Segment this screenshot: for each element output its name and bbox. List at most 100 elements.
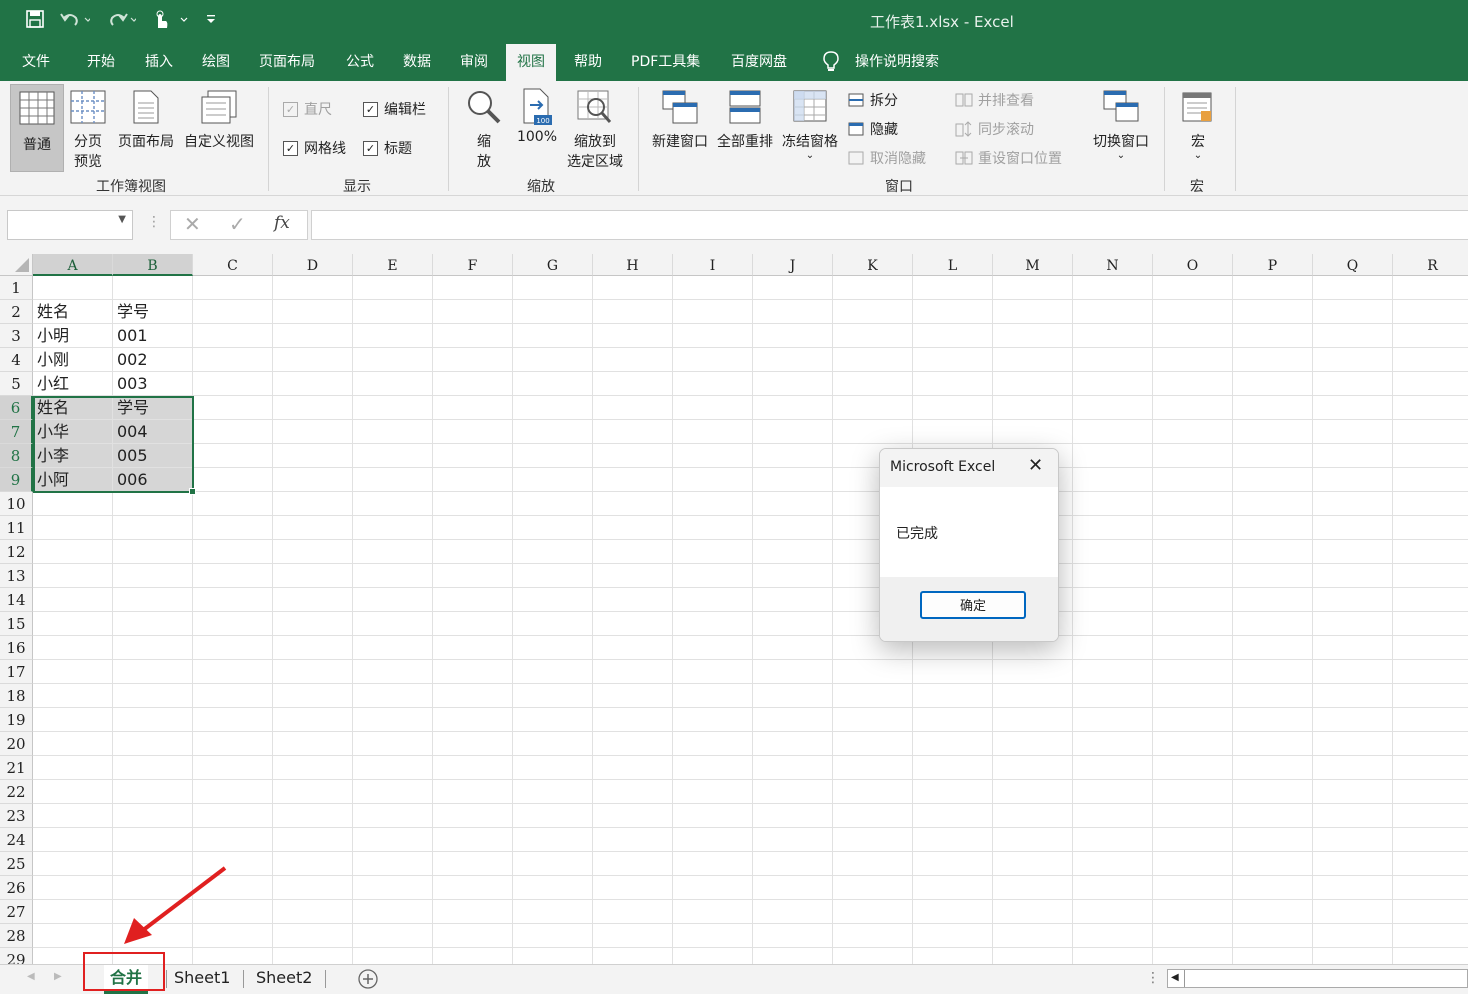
tab-baidu-pan[interactable]: 百度网盘	[731, 51, 787, 71]
column-header-a[interactable]: A	[33, 254, 113, 276]
sheet-tab-sheet2[interactable]: Sheet2	[250, 965, 318, 991]
view-side-by-side-button[interactable]: 并排查看	[955, 90, 1034, 110]
switch-windows-button[interactable]: 切换窗口 ⌄	[1090, 89, 1152, 161]
close-icon[interactable]: ✕	[1028, 455, 1043, 476]
worksheet-grid[interactable]: ABCDEFGHIJKLMNOPQR 1 2 3 4 5 6 7 8 9 10 11 12 13 14 15…	[0, 254, 1468, 964]
split-button[interactable]: 拆分	[848, 90, 898, 110]
tab-formulas[interactable]: 公式	[346, 51, 374, 71]
row-header-17[interactable]: 17	[0, 660, 33, 684]
row-header-8[interactable]: 8	[0, 444, 33, 468]
zoom-button[interactable]: 缩 放	[464, 89, 504, 171]
tell-me-search[interactable]: 操作说明搜索	[855, 51, 939, 71]
tab-review[interactable]: 审阅	[460, 51, 488, 71]
column-header-m[interactable]: M	[993, 254, 1073, 276]
horizontal-scrollbar[interactable]: ◀	[1167, 969, 1468, 988]
page-layout-view-button[interactable]: 页面布局	[115, 89, 177, 151]
cell-a2[interactable]: 姓名	[33, 300, 113, 324]
row-header-18[interactable]: 18	[0, 684, 33, 708]
column-header-p[interactable]: P	[1233, 254, 1313, 276]
insert-function-icon[interactable]: fx	[274, 213, 290, 233]
scroll-right-icon[interactable]: ▶	[54, 971, 62, 982]
column-header-g[interactable]: G	[513, 254, 593, 276]
tab-insert[interactable]: 插入	[145, 51, 173, 71]
sync-scroll-button[interactable]: 同步滚动	[955, 119, 1034, 139]
column-header-k[interactable]: K	[833, 254, 913, 276]
row-header-22[interactable]: 22	[0, 780, 33, 804]
cell-a5[interactable]: 小红	[33, 372, 113, 396]
macros-button[interactable]: 宏 ⌄	[1178, 89, 1218, 161]
column-header-d[interactable]: D	[273, 254, 353, 276]
cell-b3[interactable]: 001	[113, 324, 193, 348]
row-header-5[interactable]: 5	[0, 372, 33, 396]
row-header-13[interactable]: 13	[0, 564, 33, 588]
drag-handle-icon[interactable]: ⋮	[147, 214, 161, 230]
sheet-tab-sheet1[interactable]: Sheet1	[168, 965, 236, 991]
add-sheet-icon[interactable]	[357, 968, 379, 994]
cell-a3[interactable]: 小明	[33, 324, 113, 348]
touch-mode-icon[interactable]	[152, 10, 192, 35]
row-header-1[interactable]: 1	[0, 276, 33, 300]
row-header-29[interactable]: 29	[0, 948, 33, 964]
column-header-o[interactable]: O	[1153, 254, 1233, 276]
normal-view-button[interactable]: 普通	[10, 84, 64, 172]
tab-pdf-tools[interactable]: PDF工具集	[631, 51, 700, 71]
column-header-b[interactable]: B	[113, 254, 193, 276]
zoom-100-button[interactable]: 100 100%	[515, 87, 559, 145]
custom-views-button[interactable]: 自定义视图	[180, 89, 258, 151]
row-header-27[interactable]: 27	[0, 900, 33, 924]
tab-page-layout[interactable]: 页面布局	[259, 51, 315, 71]
cell-b5[interactable]: 003	[113, 372, 193, 396]
cancel-icon[interactable]: ✕	[184, 212, 201, 236]
column-header-q[interactable]: Q	[1313, 254, 1393, 276]
zoom-to-selection-button[interactable]: 缩放到 选定区域	[563, 89, 627, 171]
row-header-6[interactable]: 6	[0, 396, 33, 420]
arrange-all-button[interactable]: 全部重排	[714, 89, 776, 151]
row-header-28[interactable]: 28	[0, 924, 33, 948]
scroll-left-icon[interactable]: ◀	[1171, 972, 1179, 983]
row-header-10[interactable]: 10	[0, 492, 33, 516]
formula-bar-checkbox[interactable]: ✓ 编辑栏	[363, 99, 426, 119]
row-header-25[interactable]: 25	[0, 852, 33, 876]
freeze-panes-button[interactable]: 冻结窗格 ⌄	[779, 89, 841, 161]
row-header-21[interactable]: 21	[0, 756, 33, 780]
cell-a4[interactable]: 小刚	[33, 348, 113, 372]
chevron-down-icon[interactable]: ▼	[118, 214, 126, 225]
row-header-2[interactable]: 2	[0, 300, 33, 324]
column-header-l[interactable]: L	[913, 254, 993, 276]
splitter-handle-icon[interactable]: ⋮	[1146, 970, 1160, 986]
save-icon[interactable]	[26, 10, 44, 33]
redo-icon[interactable]	[106, 10, 138, 33]
row-header-12[interactable]: 12	[0, 540, 33, 564]
row-header-19[interactable]: 19	[0, 708, 33, 732]
row-header-15[interactable]: 15	[0, 612, 33, 636]
lightbulb-icon[interactable]	[822, 50, 840, 76]
row-header-9[interactable]: 9	[0, 468, 33, 492]
gridlines-checkbox[interactable]: ✓ 网格线	[283, 138, 346, 158]
column-header-e[interactable]: E	[353, 254, 433, 276]
row-header-24[interactable]: 24	[0, 828, 33, 852]
row-header-4[interactable]: 4	[0, 348, 33, 372]
tab-draw[interactable]: 绘图	[202, 51, 230, 71]
ok-button[interactable]: 确定	[920, 591, 1026, 619]
reset-window-position-button[interactable]: 重设窗口位置	[955, 148, 1062, 168]
tab-help[interactable]: 帮助	[574, 51, 602, 71]
row-header-16[interactable]: 16	[0, 636, 33, 660]
row-header-20[interactable]: 20	[0, 732, 33, 756]
undo-icon[interactable]	[60, 10, 92, 33]
row-header-11[interactable]: 11	[0, 516, 33, 540]
unhide-button[interactable]: 取消隐藏	[848, 148, 926, 168]
enter-icon[interactable]: ✓	[229, 212, 246, 236]
cell-b4[interactable]: 002	[113, 348, 193, 372]
formula-input[interactable]	[311, 210, 1468, 240]
cell-b2[interactable]: 学号	[113, 300, 193, 324]
ruler-checkbox[interactable]: ✓ 直尺	[283, 99, 332, 119]
new-window-button[interactable]: 新建窗口	[649, 89, 711, 151]
row-header-3[interactable]: 3	[0, 324, 33, 348]
hide-button[interactable]: 隐藏	[848, 119, 898, 139]
tab-data[interactable]: 数据	[403, 51, 431, 71]
tab-home[interactable]: 开始	[87, 51, 115, 71]
column-header-f[interactable]: F	[433, 254, 513, 276]
page-break-preview-button[interactable]: 分页 预览	[68, 89, 108, 171]
row-header-7[interactable]: 7	[0, 420, 33, 444]
column-header-i[interactable]: I	[673, 254, 753, 276]
